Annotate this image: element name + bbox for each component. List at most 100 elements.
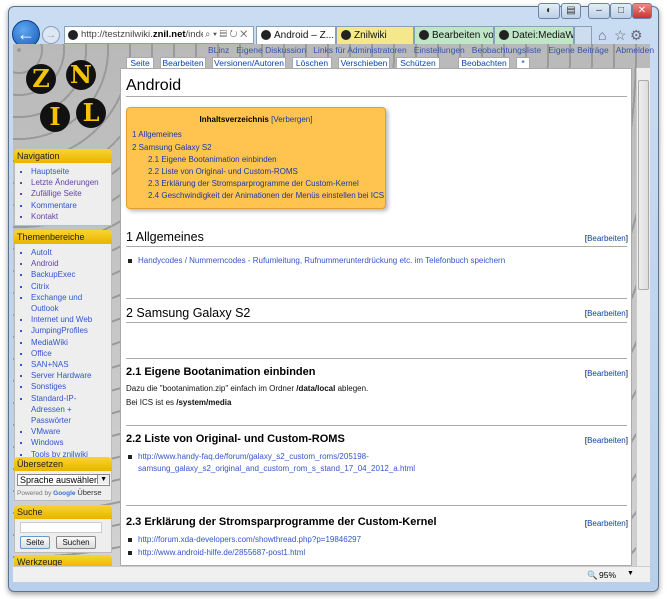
themen-item[interactable]: BackupExec — [31, 269, 109, 280]
link-user[interactable]: BLinz — [208, 45, 229, 55]
themen-item[interactable]: MediaWiki — [31, 337, 109, 348]
znil-logo[interactable]: Z N I L — [14, 58, 112, 146]
path: /data/local — [296, 384, 335, 393]
favorites-star-icon[interactable]: ☆ — [614, 27, 627, 44]
toc-item[interactable]: 2.4 Geschwindigkeit der Animationen der … — [148, 191, 384, 200]
nav-item[interactable]: Hauptseite — [31, 166, 109, 177]
themen-item[interactable]: Windows — [31, 437, 109, 448]
section-heading: 2.3 Erklärung der Stromsparprogramme der… — [126, 516, 437, 528]
list-link[interactable]: http://www.android-hilfe.de/2855687-post… — [128, 548, 305, 557]
edit-link[interactable]: [Bearbeiten] — [585, 519, 628, 528]
address-actions-icon[interactable]: ⌕ ▾ ▤ ↻ ✕ — [203, 27, 247, 43]
list-link[interactable]: Handycodes / Nummerncodes - Rufumleitung… — [128, 256, 505, 265]
link-settings[interactable]: Einstellungen — [414, 45, 465, 55]
edit-label: Bearbeiten — [587, 309, 626, 318]
themen-item[interactable]: VMware — [31, 426, 109, 437]
themen-item[interactable]: Server Hardware — [31, 370, 109, 381]
tab-znilwiki[interactable]: Znilwiki — [336, 26, 414, 46]
tab-bearbeiten[interactable]: Bearbeiten vo... — [414, 26, 494, 46]
home-icon[interactable]: ⌂ — [598, 27, 606, 43]
themen-item[interactable]: AutoIt — [31, 247, 109, 258]
new-tab-button[interactable] — [574, 26, 592, 46]
link-logout[interactable]: Abmelden — [616, 45, 654, 55]
link-discussion[interactable]: Eigene Diskussion — [236, 45, 306, 55]
gear-icon[interactable]: ⚙ — [630, 27, 643, 44]
translate-portlet: Übersetzen Sprache auswählen▼ Powered by… — [14, 457, 112, 501]
themen-item[interactable]: Standard-IP-Adressen + Passwörter — [31, 393, 109, 427]
nav-portlet: Navigation Hauptseite Letzte Änderungen … — [14, 149, 112, 226]
language-select-value: Sprache auswählen — [20, 475, 99, 485]
toc-item[interactable]: 2 Samsung Galaxy S2 — [132, 143, 212, 152]
url-prefix: http://testznilwiki. — [81, 29, 153, 40]
favicon — [261, 30, 271, 40]
language-select[interactable]: Sprache auswählen▼ — [17, 474, 110, 486]
zoom-level[interactable]: 95% — [599, 570, 616, 580]
logo-letter: N — [66, 60, 96, 90]
divider — [126, 322, 627, 323]
forward-button[interactable]: → — [42, 26, 60, 44]
path: /system/media — [176, 398, 231, 407]
search-input[interactable] — [20, 522, 102, 533]
edit-link[interactable]: [Bearbeiten] — [585, 234, 628, 243]
powered-by: Powered by — [17, 490, 51, 497]
tab-datei[interactable]: Datei:MediaWi... — [494, 26, 574, 46]
themen-item[interactable]: Sonstiges — [31, 381, 109, 392]
list-link-continued[interactable]: samsung_galaxy_s2_original_and_custom_ro… — [138, 464, 415, 473]
compat-view-icon[interactable]: ◐ — [538, 3, 560, 19]
maximize-button[interactable]: □ — [610, 3, 632, 19]
divider — [126, 298, 627, 299]
nav-item[interactable]: Kommentare — [31, 200, 109, 211]
toc-item[interactable]: 2.2 Liste von Original- und Custom-ROMS — [148, 167, 298, 176]
section-heading: 2 Samsung Galaxy S2 — [126, 306, 250, 320]
zoom-icon[interactable]: 🔍 — [587, 570, 598, 581]
search-button[interactable]: Suchen — [56, 536, 95, 549]
nav-item[interactable]: Zufällige Seite — [31, 188, 109, 199]
link-admin[interactable]: Links für Administratoren — [313, 45, 407, 55]
themen-item[interactable]: SAN+NAS — [31, 359, 109, 370]
edit-label: Bearbeiten — [587, 234, 626, 243]
toc-toggle[interactable]: [Verbergen] — [271, 115, 312, 124]
scrollbar-thumb[interactable] — [638, 80, 649, 290]
toc-item[interactable]: 2.1 Eigene Bootanimation einbinden — [148, 155, 277, 164]
edit-link[interactable]: [Bearbeiten] — [585, 369, 628, 378]
themen-item[interactable]: Android — [31, 258, 109, 269]
page-title: Android — [126, 77, 181, 95]
close-button[interactable]: ✕ — [632, 3, 652, 19]
toc-item[interactable]: 2.3 Erklärung der Stromsparprogramme der… — [148, 179, 359, 188]
minimize-button[interactable]: ‒ — [588, 3, 610, 19]
list-link[interactable]: http://www.handy-faq.de/forum/galaxy_s2_… — [128, 452, 369, 461]
edit-label: Bearbeiten — [587, 369, 626, 378]
tab-android[interactable]: Android – Z... — [256, 26, 336, 46]
toc-item[interactable]: 1 Allgemeines — [132, 130, 182, 139]
text: ablegen. — [335, 384, 368, 393]
link-watchlist[interactable]: Beobachtungsliste — [472, 45, 541, 55]
list-link[interactable]: http://forum.xda-developers.com/showthre… — [128, 535, 361, 544]
text: Dazu die "bootanimation.zip" einfach im … — [126, 384, 296, 393]
nav-item[interactable]: Kontakt — [31, 211, 109, 222]
edit-link[interactable]: [Bearbeiten] — [585, 436, 628, 445]
link-contributions[interactable]: Eigene Beiträge — [548, 45, 609, 55]
nav-item[interactable]: Letzte Änderungen — [31, 177, 109, 188]
favicon — [341, 30, 351, 40]
search-page-button[interactable]: Seite — [20, 536, 50, 549]
section-heading: 2.1 Eigene Bootanimation einbinden — [126, 366, 315, 378]
edit-label: Bearbeiten — [587, 436, 626, 445]
portlet-title: Suche — [14, 505, 112, 519]
themen-item[interactable]: Office — [31, 348, 109, 359]
search-portlet: Suche Seite Suchen — [14, 505, 112, 553]
favicon — [419, 30, 429, 40]
themen-portlet: Themenbereiche AutoIt Android BackupExec… — [14, 230, 112, 464]
edit-link[interactable]: [Bearbeiten] — [585, 309, 628, 318]
themen-item[interactable]: Citrix — [31, 281, 109, 292]
vertical-scrollbar[interactable] — [636, 68, 650, 566]
logo-letter: Z — [26, 64, 56, 94]
themen-item[interactable]: Exchange und Outlook — [31, 292, 109, 314]
page-icon[interactable]: ▤ — [561, 3, 581, 19]
themen-item[interactable]: Internet und Web — [31, 314, 109, 325]
address-bar[interactable]: http://testznilwiki.znil.net/index⌕ ▾ ▤ … — [64, 26, 254, 44]
divider — [126, 425, 627, 426]
tab-label: Android – Z... — [274, 30, 334, 41]
chevron-down-icon[interactable]: ▼ — [627, 570, 634, 577]
translate-label: Überse — [77, 488, 101, 497]
themen-item[interactable]: JumpingProfiles — [31, 325, 109, 336]
